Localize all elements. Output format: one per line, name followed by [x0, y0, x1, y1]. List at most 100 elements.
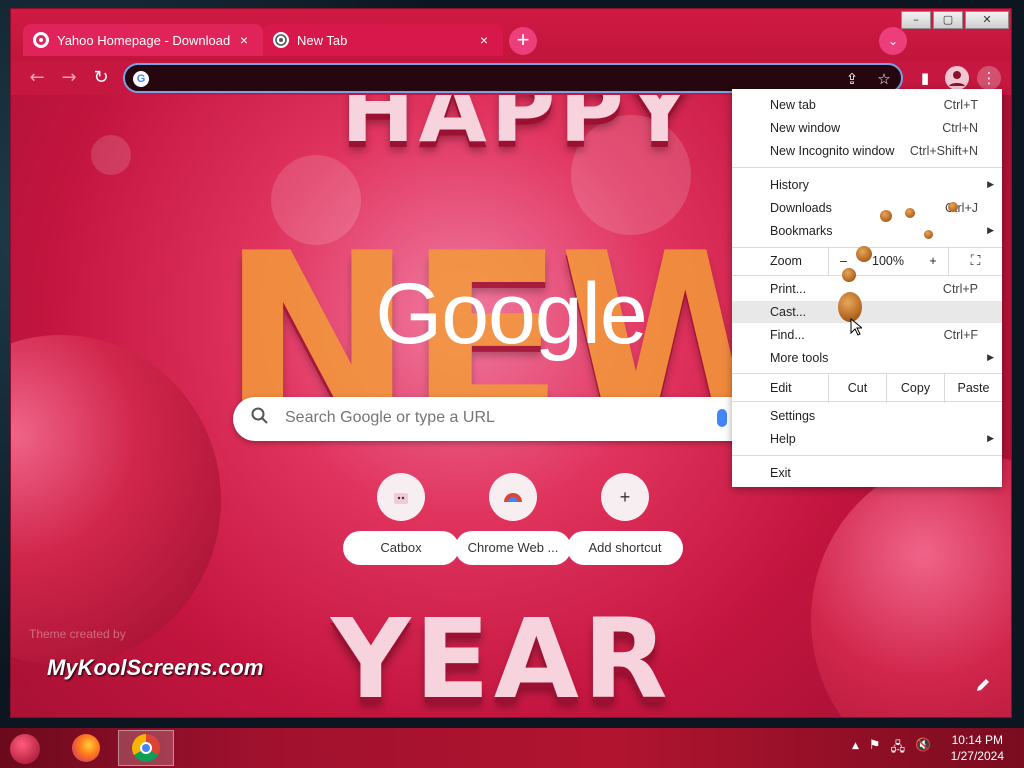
minimize-button[interactable]: – — [901, 11, 931, 29]
chrome-menu-icon[interactable]: ⋮ — [977, 66, 1001, 90]
submenu-arrow-icon: ▶ — [987, 353, 994, 363]
ornament-left — [11, 335, 221, 665]
menu-item-settings[interactable]: Settings — [732, 405, 1002, 427]
google-g-icon: G — [133, 71, 149, 87]
taskbar-firefox[interactable] — [58, 730, 114, 766]
new-tab-button[interactable]: + — [509, 27, 537, 55]
customize-pencil-icon[interactable] — [975, 677, 991, 697]
menu-item-label: Downloads — [770, 201, 832, 215]
taskbar-clock[interactable]: 10:14 PM 1/27/2024 — [951, 732, 1004, 764]
menu-separator — [732, 167, 1002, 168]
firefox-icon — [72, 734, 100, 762]
menu-item-find[interactable]: Find... Ctrl+F — [732, 324, 1002, 346]
tab-search-icon[interactable]: ⌄ — [879, 27, 907, 55]
omnibox-input[interactable] — [155, 68, 815, 88]
menu-item-history[interactable]: History ▶ — [732, 174, 1002, 196]
tab-close-icon[interactable]: × — [235, 32, 253, 48]
microphone-icon[interactable] — [717, 409, 727, 427]
shortcut-label: Chrome Web ... — [455, 531, 571, 565]
tab-strip: Yahoo Homepage - Download × New Tab × + … — [11, 9, 1011, 61]
menu-item-shortcut: Ctrl+T — [943, 98, 978, 112]
menu-item-shortcut: Ctrl+P — [942, 282, 978, 296]
menu-edit-row: Edit Cut Copy Paste — [732, 373, 1002, 403]
chrome-icon — [132, 734, 160, 762]
plus-icon: + — [601, 473, 649, 521]
menu-item-exit[interactable]: Exit — [732, 462, 1002, 484]
menu-item-label: Print... — [770, 282, 807, 296]
menu-item-help[interactable]: Help ▶ — [732, 428, 1002, 450]
action-center-flag-icon[interactable]: ⚑ — [869, 738, 881, 760]
ntp-search-box[interactable] — [233, 397, 793, 441]
edit-label: Edit — [770, 381, 792, 395]
menu-item-print[interactable]: Print... Ctrl+P — [732, 278, 1002, 300]
tab-close-icon[interactable]: × — [475, 32, 493, 48]
menu-item-label: New Incognito window — [770, 144, 895, 158]
tab-new-tab[interactable]: New Tab × — [263, 24, 503, 56]
bokeh-light — [91, 135, 131, 175]
catbox-icon — [377, 473, 425, 521]
cookie-cursor-trail — [842, 268, 856, 282]
menu-item-new-window[interactable]: New window Ctrl+N — [732, 117, 1002, 139]
menu-item-label: More tools — [770, 351, 829, 365]
reload-icon[interactable]: ↻ — [89, 66, 113, 90]
taskbar: ▲ ⚑ 🖧 🔇 10:14 PM 1/27/2024 — [0, 728, 1024, 768]
menu-item-label: Cast... — [770, 305, 807, 319]
chrome-web-store-icon — [489, 473, 537, 521]
start-button-icon[interactable] — [10, 734, 40, 764]
search-input[interactable] — [285, 409, 705, 427]
background-word-happy: HAPPY — [341, 95, 696, 162]
menu-item-new-tab[interactable]: New tab Ctrl+T — [732, 94, 1002, 116]
theme-brand-watermark: MyKoolScreens.com — [47, 655, 264, 680]
menu-item-new-incognito-window[interactable]: New Incognito window Ctrl+Shift+N — [732, 140, 1002, 162]
tab-yahoo[interactable]: Yahoo Homepage - Download × — [23, 24, 263, 56]
share-icon[interactable]: ⇪ — [841, 68, 863, 90]
maximize-button[interactable]: ▢ — [933, 11, 963, 29]
fullscreen-icon[interactable]: ⛶ — [948, 246, 1002, 276]
menu-item-label: History — [770, 178, 809, 192]
menu-item-label: Find... — [770, 328, 805, 342]
volume-muted-icon[interactable]: 🔇 — [915, 738, 931, 760]
shortcut-chrome-web-store[interactable]: Chrome Web ... — [455, 473, 571, 565]
shortcut-label: Catbox — [343, 531, 459, 565]
menu-separator — [732, 275, 1002, 276]
submenu-arrow-icon: ▶ — [987, 434, 994, 444]
menu-item-downloads[interactable]: Downloads Ctrl+J — [732, 197, 1002, 219]
bookmark-star-icon[interactable]: ☆ — [873, 68, 895, 90]
menu-item-label: Exit — [770, 466, 791, 480]
show-hidden-icons-icon[interactable]: ▲ — [852, 738, 859, 760]
add-shortcut-button[interactable]: + Add shortcut — [567, 473, 683, 565]
submenu-arrow-icon: ▶ — [987, 180, 994, 190]
clock-time: 10:14 PM — [951, 733, 1003, 747]
menu-item-shortcut: Ctrl+Shift+N — [909, 144, 978, 158]
menu-item-more-tools[interactable]: More tools ▶ — [732, 347, 1002, 369]
mouse-pointer-icon — [850, 318, 862, 336]
cookie-cursor-trail — [905, 208, 915, 218]
tab-title: New Tab — [297, 32, 348, 48]
chrome-main-menu: New tab Ctrl+T New window Ctrl+N New Inc… — [732, 89, 1002, 487]
menu-item-label: Bookmarks — [770, 224, 833, 238]
shortcut-catbox[interactable]: Catbox — [343, 473, 459, 565]
taskbar-chrome[interactable] — [118, 730, 174, 766]
copy-button[interactable]: Copy — [886, 373, 944, 403]
zoom-in-button[interactable]: + — [918, 246, 948, 276]
forward-icon[interactable]: → — [57, 66, 81, 90]
tab-title: Yahoo Homepage - Download — [57, 32, 231, 48]
menu-item-cast[interactable]: Cast... — [732, 301, 1002, 323]
menu-item-label: New window — [770, 121, 841, 135]
clock-date: 1/27/2024 — [950, 749, 1004, 763]
profile-avatar-icon[interactable] — [945, 66, 969, 90]
network-icon[interactable]: 🖧 — [891, 738, 906, 760]
back-icon[interactable]: ← — [25, 66, 49, 90]
cut-button[interactable]: Cut — [828, 373, 886, 403]
yahoo-favicon-icon — [33, 32, 49, 48]
menu-item-bookmarks[interactable]: Bookmarks ▶ — [732, 220, 1002, 242]
menu-separator — [732, 455, 1002, 456]
side-panel-icon[interactable]: ▮ — [913, 66, 937, 90]
window-controls: – ▢ ✕ — [901, 11, 1009, 29]
cookie-cursor-trail — [948, 202, 958, 212]
paste-button[interactable]: Paste — [944, 373, 1002, 403]
background-word-year: YEAR — [331, 595, 672, 718]
close-window-button[interactable]: ✕ — [965, 11, 1009, 29]
theme-credit[interactable]: Theme created by — [29, 627, 126, 641]
menu-item-label: New tab — [770, 98, 816, 112]
